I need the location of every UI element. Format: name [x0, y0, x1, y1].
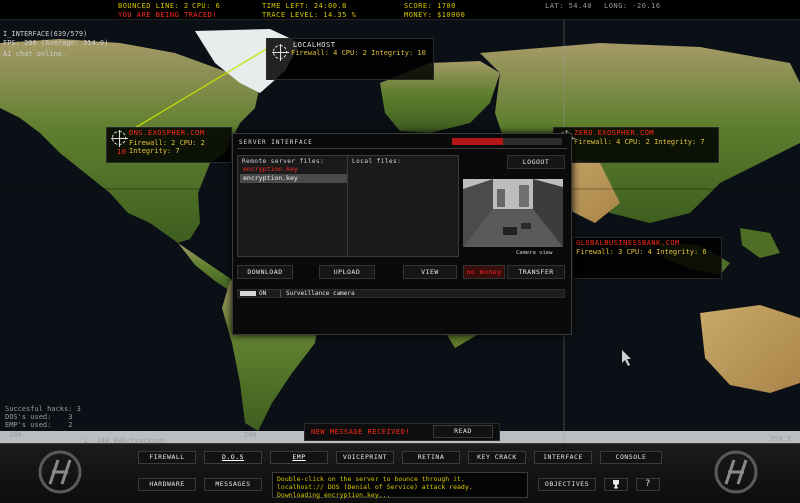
trophy-button[interactable]	[604, 478, 628, 491]
transfer-button[interactable]: TRANSFER	[507, 265, 565, 279]
tool-key-crack[interactable]: KEY CRACK	[468, 451, 526, 464]
tool-dos[interactable]: D.O.S	[204, 451, 262, 464]
trophy-icon	[613, 480, 619, 489]
trace-level: Trace level: 14.35 %	[262, 11, 357, 19]
score: Score: 1700	[404, 2, 456, 10]
objectives-button[interactable]: OBJECTIVES	[538, 478, 596, 491]
tool-firewall[interactable]: FIREWALL	[138, 451, 196, 464]
remote-file-item-selected[interactable]: encryption.key	[240, 174, 349, 183]
download-button[interactable]: DOWNLOAD	[237, 265, 293, 279]
toggle-state: ON	[259, 290, 267, 297]
remote-files-header: Remote server files:	[242, 158, 325, 165]
fps-readout: FPS: 200 (Average: 314.0)	[3, 39, 109, 47]
node-stats: Firewall: 4 CPU: 2 Integrity: 10	[291, 49, 426, 57]
read-message-button[interactable]: READ	[433, 425, 493, 438]
node-name: GLOBALBUSINESSBANK.COM	[576, 239, 680, 247]
camera-feed-image	[463, 179, 563, 247]
upload-button[interactable]: UPLOAD	[319, 265, 375, 279]
node-zero[interactable]: ZERO.EXOSPHER.COM Firewall: 4 CPU: 2 Int…	[553, 127, 719, 163]
tool-voiceprint[interactable]: VOICEPRINT	[336, 451, 394, 464]
divider	[237, 148, 567, 149]
bounced-line-count: Bounced line: 2	[118, 2, 189, 10]
crosshair-icon	[111, 130, 128, 147]
event-log: Double-click on the server to bounce thr…	[272, 472, 528, 499]
logo-icon	[38, 450, 82, 494]
node-stats: Firewall: 3 CPU: 4 Integrity: 6	[576, 248, 707, 256]
tool-console[interactable]: CONSOLE	[600, 451, 662, 464]
trace-warning: You are being traced!	[118, 11, 218, 19]
no-money-indicator: no money	[463, 265, 505, 279]
node-stats: Firewall: 4 CPU: 2 Integrity: 7	[574, 138, 705, 146]
surveillance-label: Surveillance camera	[286, 290, 355, 297]
log-line: Downloading encryption.key...	[277, 491, 391, 499]
interface-debug: I_INTERFACE(639/579)	[3, 30, 88, 38]
cpu-count: CPU: 6	[192, 2, 221, 10]
node-bank[interactable]: GLOBALBUSINESSBANK.COM Firewall: 3 CPU: …	[572, 237, 722, 279]
coord-right: 359.7	[770, 435, 792, 443]
node-stats: Firewall: 2 CPU: 2 Integrity: 7	[129, 139, 205, 155]
ai-chat-status: AI chat online.	[3, 50, 67, 58]
node-name: ZERO.EXOSPHER.COM	[574, 129, 655, 137]
longitude: LONG: -20.16	[604, 2, 661, 10]
remote-file-item[interactable]: encryption.key	[240, 165, 349, 174]
local-files-header: Local files:	[352, 158, 402, 165]
latitude: LAT: 54.40	[545, 2, 593, 10]
dos-stat: DOS's used: 3	[5, 413, 73, 421]
coord-left: -200	[5, 431, 22, 439]
emp-stat: EMP's used: 2	[5, 421, 73, 429]
bottom-console: FIREWALL D.O.S EMP VOICEPRINT RETINA KEY…	[0, 443, 800, 503]
tool-retina[interactable]: RETINA	[402, 451, 460, 464]
hardware-button[interactable]: HARDWARE	[138, 478, 196, 491]
node-name: DNS.EXOSPHER.COM	[129, 129, 205, 137]
coord-mid: 200	[244, 431, 257, 439]
messages-button[interactable]: MESSAGES	[204, 478, 262, 491]
hack-progress-bar	[452, 138, 562, 145]
server-interface-window: Server interface Remote server files: en…	[232, 133, 572, 335]
node-name: LOCALHOST	[293, 41, 336, 49]
node-badge: 10	[117, 148, 127, 156]
node-localhost[interactable]: LOCALHOST Firewall: 4 CPU: 2 Integrity: …	[266, 38, 434, 80]
crosshair-icon	[272, 44, 289, 61]
divider	[280, 290, 281, 297]
help-button[interactable]: ?	[636, 478, 660, 491]
logo-icon	[714, 450, 758, 494]
remote-files-pane[interactable]: Remote server files: encryption.key encr…	[237, 155, 349, 257]
time-left: Time left: 24:00.8	[262, 2, 347, 10]
camera-view	[463, 179, 563, 247]
message-text: New message received!	[311, 428, 411, 436]
hack-progress-fill	[452, 138, 503, 145]
node-dns[interactable]: DNS.EXOSPHER.COM Firewall: 2 CPU: 2 Inte…	[106, 127, 232, 163]
tool-interface[interactable]: INTERFACE	[534, 451, 592, 464]
status-bar: Bounced line: 2 CPU: 6 You are being tra…	[0, 0, 800, 20]
toggle-switch[interactable]	[240, 291, 256, 296]
tool-emp[interactable]: EMP	[270, 451, 328, 464]
hack-stat: Succesful hacks: 3	[5, 405, 81, 413]
camera-view-label: Camera view	[516, 250, 553, 256]
window-title: Server interface	[239, 139, 313, 146]
logout-button[interactable]: LOGOUT	[507, 155, 565, 169]
view-button[interactable]: VIEW	[403, 265, 457, 279]
local-files-pane[interactable]: Local files:	[347, 155, 459, 257]
log-line: localhost:// DOS (Denial of Service) att…	[277, 483, 473, 491]
log-line: Double-click on the server to bounce thr…	[277, 475, 465, 483]
money: Money: $10000	[404, 11, 466, 19]
message-notification: New message received! READ	[304, 423, 500, 441]
surveillance-row: ON Surveillance camera	[237, 289, 565, 298]
